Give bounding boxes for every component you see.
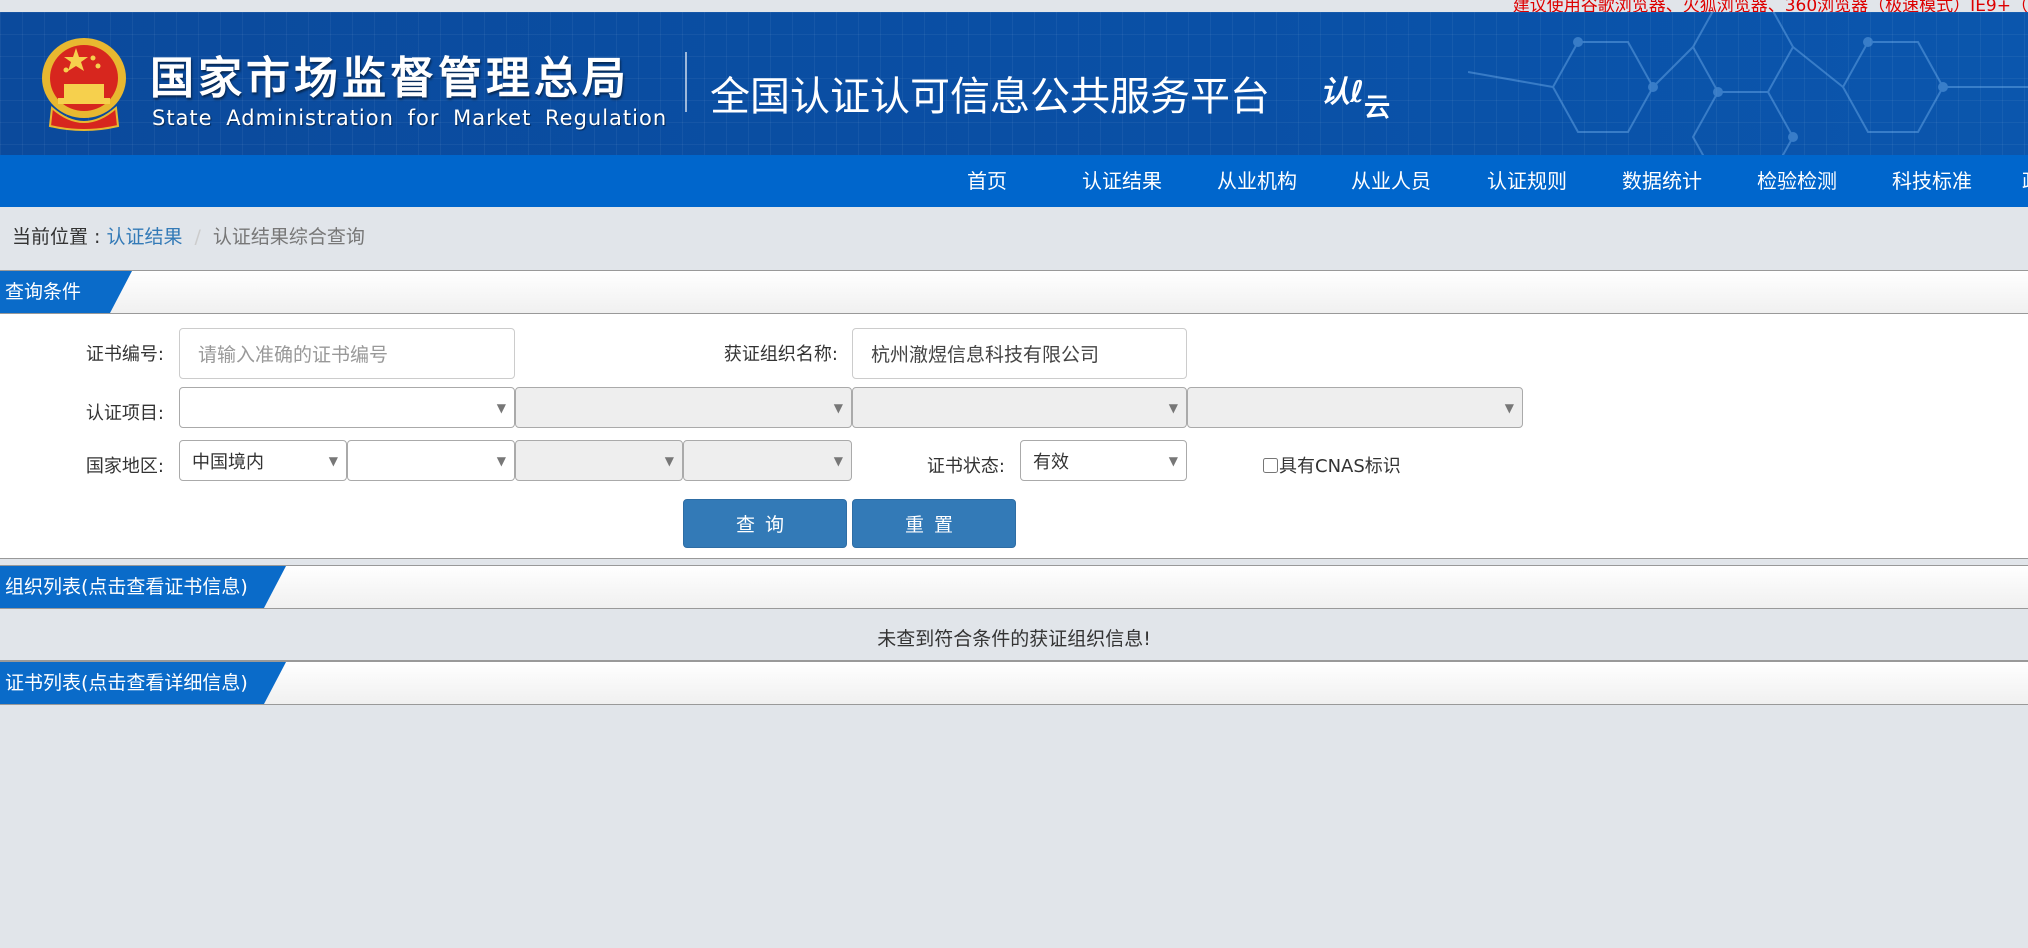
org-list-title: 组织列表(点击查看证书信息) (0, 566, 286, 608)
dropdown-arrow-icon: ▼ (496, 453, 506, 468)
search-button[interactable]: 查询 (683, 499, 847, 548)
district-select[interactable]: ▼ (683, 440, 852, 481)
cert-list-title: 证书列表(点击查看详细信息) (0, 662, 286, 704)
cert-no-label: 证书编号: (85, 344, 164, 365)
cert-item-select-2[interactable]: ▼ (515, 387, 852, 428)
nav-personnel[interactable]: 从业人员 (1351, 155, 1431, 207)
header-divider (685, 52, 687, 112)
nav-cert-rules[interactable]: 认证规则 (1487, 155, 1567, 207)
nav-institutions[interactable]: 从业机构 (1217, 155, 1297, 207)
cloud-logo: 认ℓ云 (1320, 75, 1391, 123)
cert-item-select-3[interactable]: ▼ (852, 387, 1187, 428)
top-notice-strip: 建议使用谷歌浏览器、火狐浏览器、360浏览器（极速模式）IE9+（ (0, 0, 2028, 12)
org-name-en: State Administration for Market Regulati… (152, 106, 668, 130)
status-select[interactable]: 有效 ▼ (1020, 440, 1187, 481)
nav-more[interactable]: 政 (2022, 155, 2028, 207)
query-section-title: 查询条件 (0, 271, 132, 313)
org-list-header: 组织列表(点击查看证书信息) (0, 565, 2028, 609)
main-nav: 首页 认证结果 从业机构 从业人员 认证规则 数据统计 检验检测 科技标准 政 (0, 155, 2028, 207)
nav-standards[interactable]: 科技标准 (1892, 155, 1972, 207)
cnas-checkbox-label[interactable]: 具有CNAS标识 (1263, 452, 1401, 478)
breadcrumb: 当前位置 : 认证结果 / 认证结果综合查询 (12, 222, 365, 249)
header-banner: 国家市场监督管理总局 State Administration for Mark… (0, 12, 2028, 155)
query-form: 证书编号: 请输入准确的证书编号 获证组织名称: 杭州澈煜信息科技有限公司 认证… (0, 314, 2028, 559)
browser-notice: 建议使用谷歌浏览器、火狐浏览器、360浏览器（极速模式）IE9+（ (1512, 0, 2028, 12)
national-emblem-icon (42, 38, 126, 131)
org-name-cn: 国家市场监督管理总局 (150, 53, 630, 104)
cert-item-select-1[interactable]: ▼ (179, 387, 515, 428)
dropdown-arrow-icon: ▼ (664, 453, 674, 468)
breadcrumb-prefix: 当前位置 : (12, 226, 107, 248)
query-section-header: 查询条件 (0, 270, 2028, 314)
cnas-checkbox[interactable] (1263, 457, 1278, 473)
status-value: 有效 (1033, 451, 1069, 473)
cnas-text: 具有CNAS标识 (1279, 456, 1401, 477)
nav-home[interactable]: 首页 (967, 155, 1007, 207)
cert-no-input[interactable]: 请输入准确的证书编号 (179, 328, 515, 379)
region-select[interactable]: 中国境内 ▼ (179, 440, 347, 481)
breadcrumb-current: 认证结果综合查询 (212, 226, 365, 248)
org-list-empty-message: 未查到符合条件的获证组织信息! (0, 617, 2028, 661)
region-label: 国家地区: (85, 456, 164, 477)
province-select[interactable]: ▼ (347, 440, 515, 481)
cert-item-label: 认证项目: (85, 403, 164, 424)
city-select[interactable]: ▼ (515, 440, 683, 481)
hexagon-decoration (1468, 12, 2028, 155)
nav-inspection[interactable]: 检验检测 (1757, 155, 1837, 207)
dropdown-arrow-icon: ▼ (1168, 453, 1178, 468)
status-label: 证书状态: (926, 456, 1005, 477)
cert-item-select-4[interactable]: ▼ (1187, 387, 1523, 428)
breadcrumb-link[interactable]: 认证结果 (106, 226, 182, 248)
nav-statistics[interactable]: 数据统计 (1622, 155, 1702, 207)
dropdown-arrow-icon: ▼ (496, 400, 506, 415)
dropdown-arrow-icon: ▼ (833, 453, 843, 468)
org-name-label: 获证组织名称: (723, 344, 838, 365)
platform-title: 全国认证认可信息公共服务平台 (710, 74, 1270, 120)
nav-cert-results[interactable]: 认证结果 (1082, 155, 1162, 207)
org-name-input[interactable]: 杭州澈煜信息科技有限公司 (852, 328, 1187, 379)
cert-list-header: 证书列表(点击查看详细信息) (0, 661, 2028, 705)
region-value: 中国境内 (192, 451, 264, 473)
breadcrumb-separator: / (194, 226, 201, 248)
reset-button[interactable]: 重置 (852, 499, 1016, 548)
dropdown-arrow-icon: ▼ (1504, 400, 1514, 415)
dropdown-arrow-icon: ▼ (328, 453, 338, 468)
dropdown-arrow-icon: ▼ (1168, 400, 1178, 415)
dropdown-arrow-icon: ▼ (833, 400, 843, 415)
